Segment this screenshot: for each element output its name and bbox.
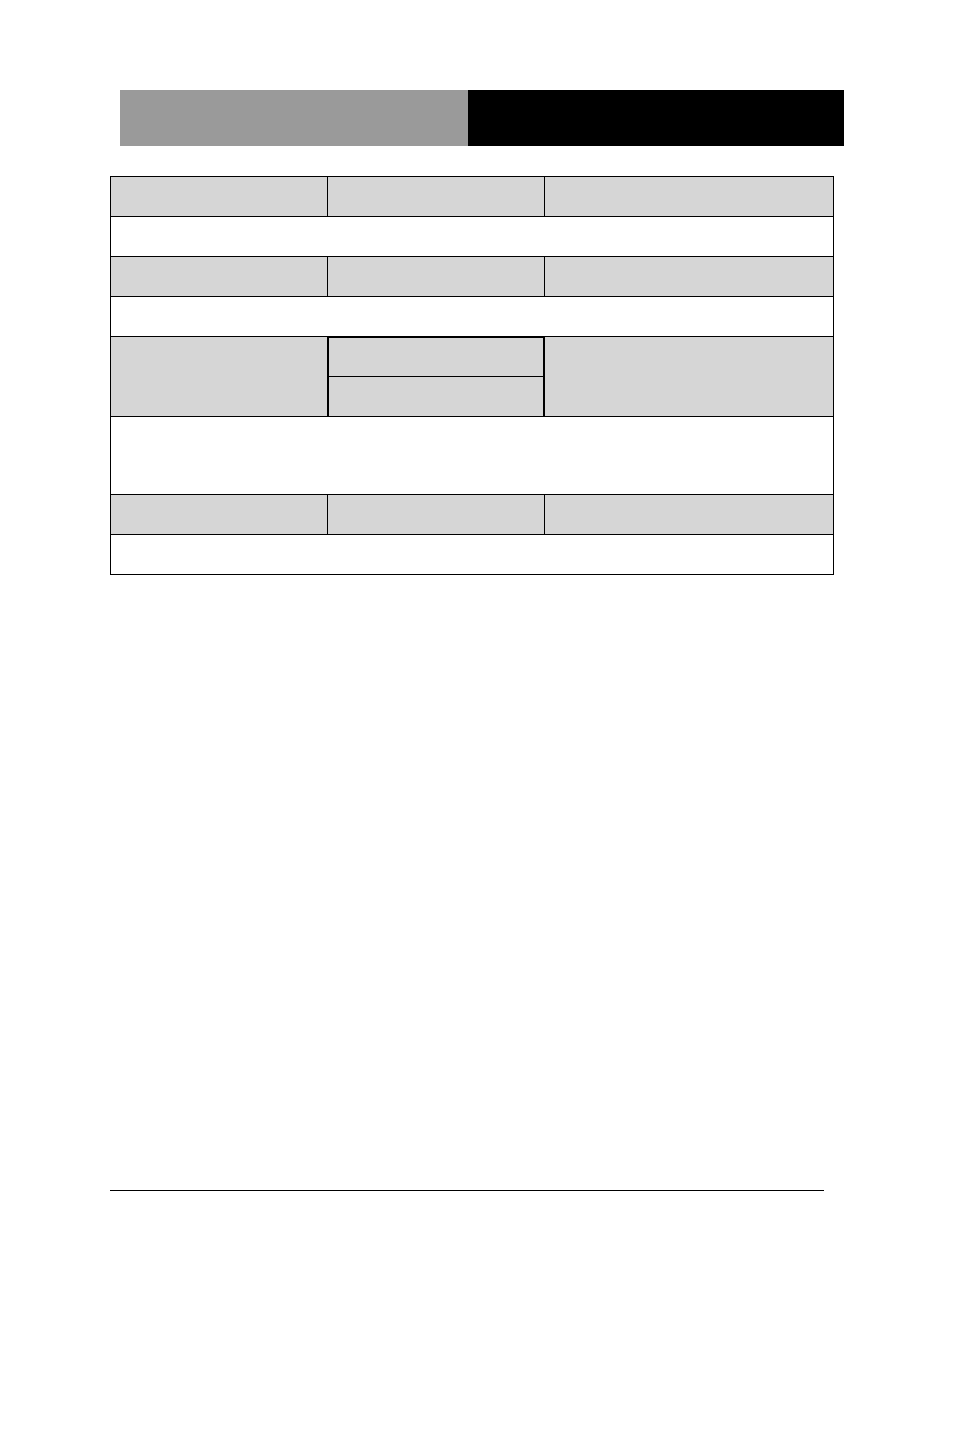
footer-rule bbox=[110, 1190, 824, 1191]
table-row bbox=[111, 494, 834, 534]
table-row bbox=[111, 416, 834, 494]
table-row bbox=[111, 337, 834, 417]
table-row bbox=[111, 257, 834, 297]
cell-value bbox=[111, 534, 834, 574]
cell-label bbox=[544, 337, 833, 417]
cell-value bbox=[111, 416, 834, 494]
header-right bbox=[468, 90, 844, 146]
cell-value bbox=[111, 217, 834, 257]
cell-label bbox=[111, 257, 328, 297]
table-row bbox=[111, 217, 834, 257]
cell-label bbox=[544, 494, 833, 534]
form-table bbox=[110, 176, 834, 575]
table-row bbox=[111, 177, 834, 217]
cell-label bbox=[327, 257, 544, 297]
cell-label bbox=[111, 337, 328, 417]
cell-label bbox=[328, 338, 543, 377]
table-row bbox=[111, 534, 834, 574]
cell-value bbox=[111, 297, 834, 337]
cell-label bbox=[327, 177, 544, 217]
inner-split bbox=[328, 337, 544, 416]
cell-label bbox=[111, 494, 328, 534]
header-left bbox=[120, 90, 468, 146]
cell-label bbox=[327, 494, 544, 534]
cell-label bbox=[544, 257, 833, 297]
header-bar bbox=[120, 90, 844, 146]
cell-label bbox=[111, 177, 328, 217]
cell-label bbox=[544, 177, 833, 217]
cell-label bbox=[328, 377, 543, 416]
table-row bbox=[111, 297, 834, 337]
